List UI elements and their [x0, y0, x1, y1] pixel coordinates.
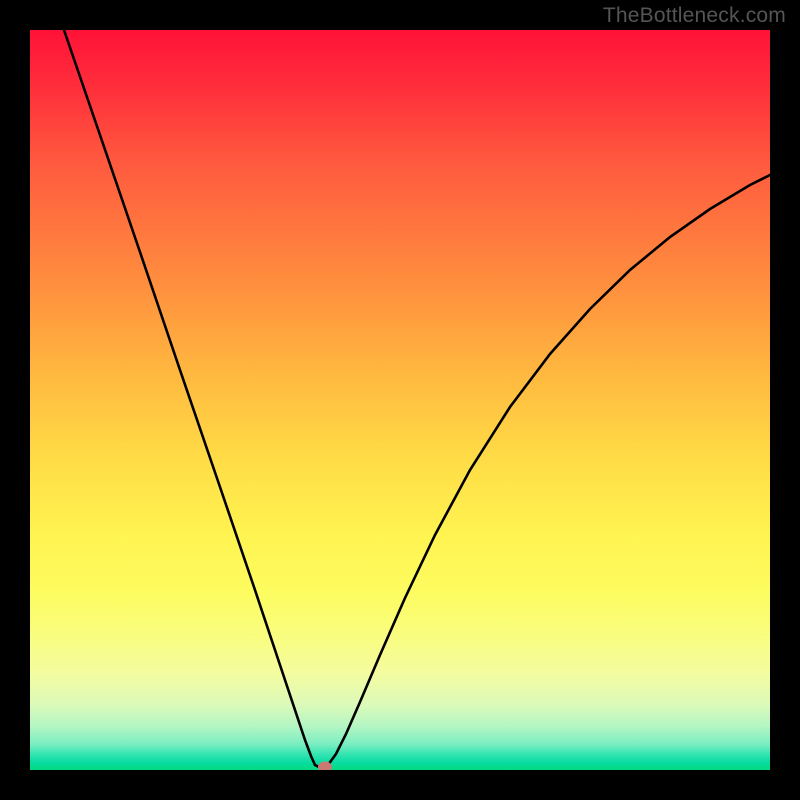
watermark-text: TheBottleneck.com	[603, 4, 786, 28]
plot-area	[30, 30, 770, 770]
bottleneck-curve	[64, 30, 770, 768]
minimum-marker	[318, 762, 332, 771]
curve-svg	[30, 30, 770, 770]
